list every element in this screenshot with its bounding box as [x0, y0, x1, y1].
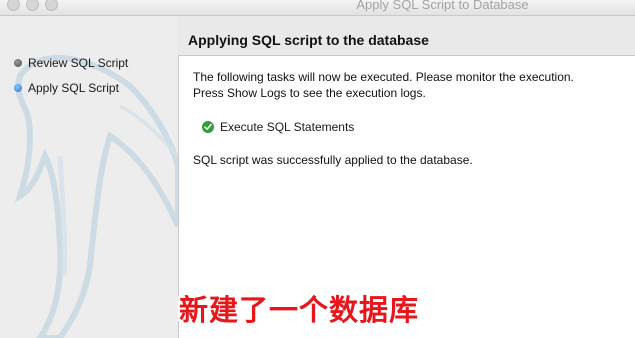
- wizard-sidebar: Review SQL Script Apply SQL Script: [0, 16, 178, 338]
- window-title: Apply SQL Script to Database: [356, 0, 529, 12]
- page-header: Applying SQL script to the database: [178, 16, 635, 54]
- step-apply-sql-script: Apply SQL Script: [14, 81, 119, 95]
- task-item: Execute SQL Statements: [202, 120, 354, 134]
- description-line-1: The following tasks will now be executed…: [193, 70, 574, 84]
- task-label: Execute SQL Statements: [220, 120, 355, 134]
- step-review-sql-script: Review SQL Script: [14, 56, 128, 70]
- step-current-bullet-icon: [14, 84, 22, 92]
- description-line-2: Press Show Logs to see the execution log…: [193, 86, 426, 100]
- step-label: Review SQL Script: [28, 56, 129, 70]
- result-message: SQL script was successfully applied to t…: [193, 153, 473, 167]
- step-done-bullet-icon: [14, 59, 22, 67]
- title-bar: Apply SQL Script to Database: [0, 0, 635, 16]
- page-title: Applying SQL script to the database: [188, 32, 429, 48]
- step-label: Apply SQL Script: [28, 81, 119, 95]
- task-description: The following tasks will now be executed…: [193, 69, 574, 101]
- check-circle-icon: [202, 121, 214, 133]
- overlay-caption: 新建了一个数据库: [179, 293, 420, 327]
